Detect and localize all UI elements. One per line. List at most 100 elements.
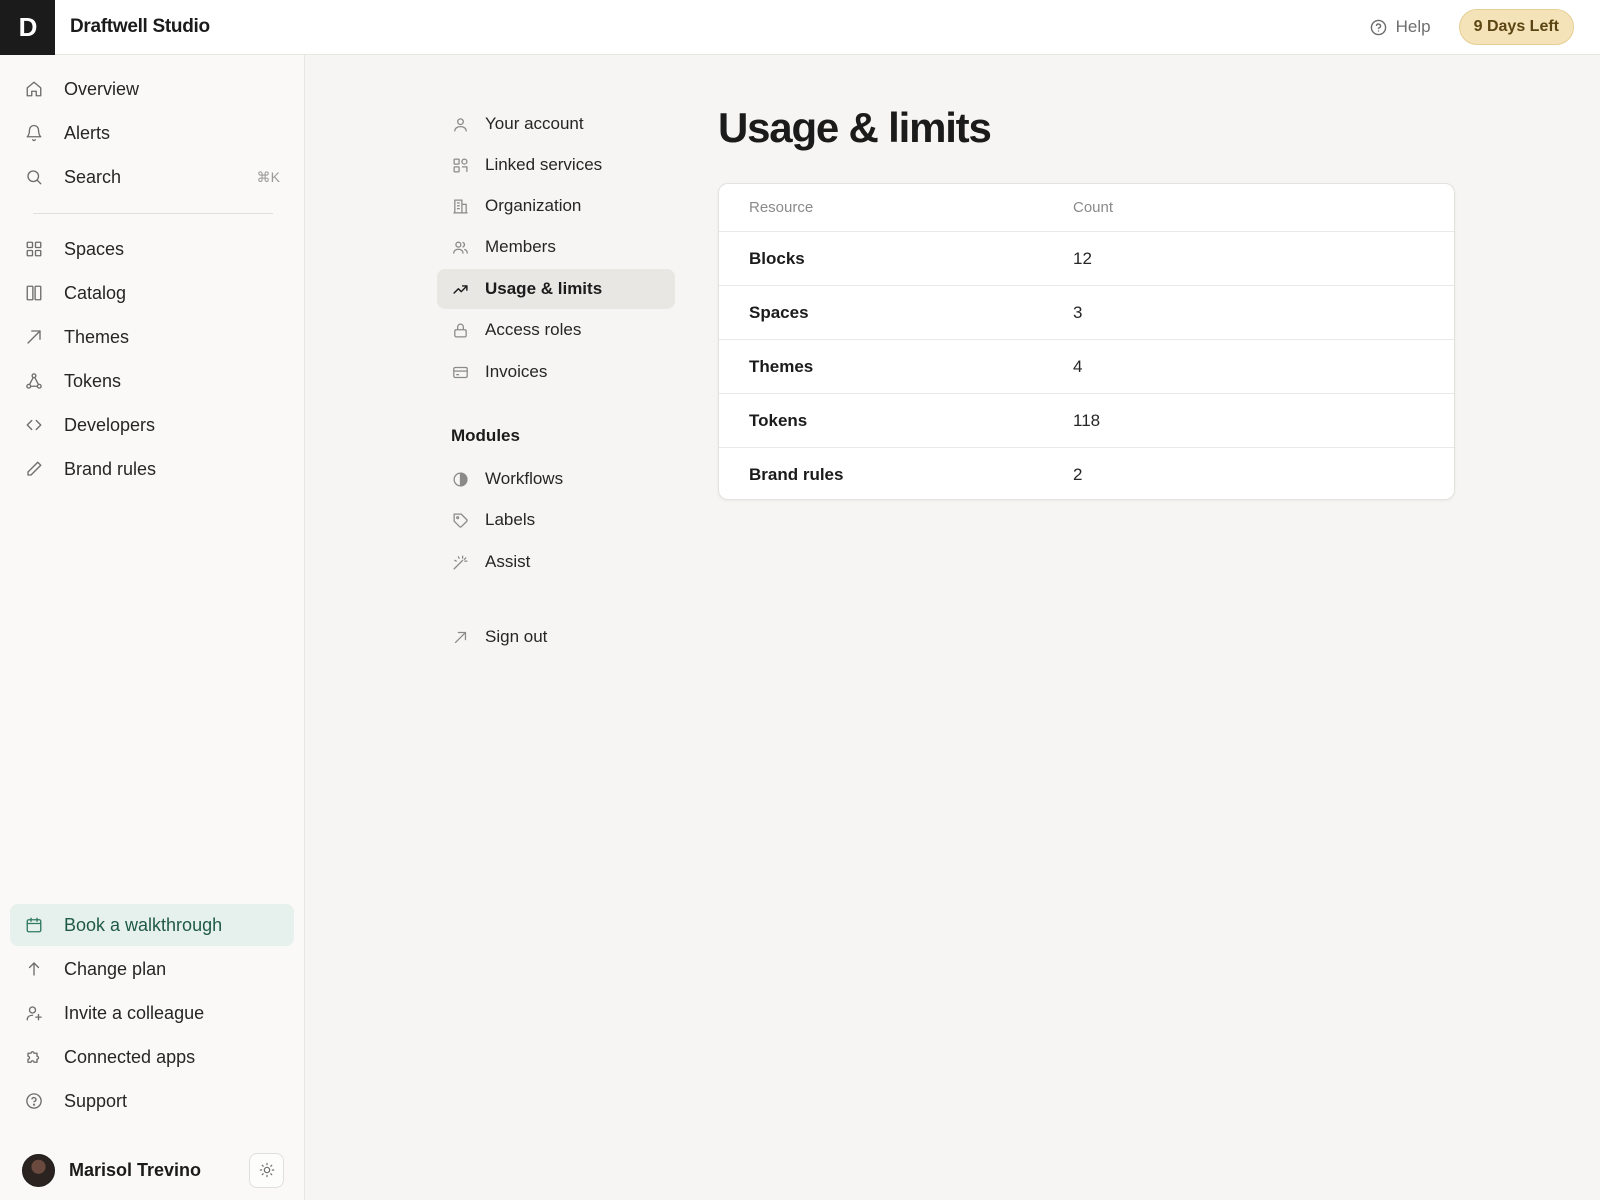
settings-nav: Your account Linked services Organizatio… (437, 0, 677, 700)
magic-wand-icon (451, 553, 469, 571)
top-bar: D Draftwell Studio Help 9 Days Left (0, 0, 1600, 55)
sidebar-item-catalog[interactable]: Catalog (10, 272, 294, 314)
sidebar-item-overview[interactable]: Overview (10, 68, 294, 110)
settings-item-usage-limits[interactable]: Usage & limits (437, 269, 675, 309)
settings-item-label: Members (485, 237, 556, 256)
sidebar-divider (33, 213, 273, 214)
settings-item-label: Assist (485, 552, 531, 571)
resource-name: Blocks (749, 248, 805, 268)
sidebar-item-book-walkthrough[interactable]: Book a walkthrough (10, 904, 294, 946)
sidebar-item-tokens[interactable]: Tokens (10, 360, 294, 402)
calendar-icon (24, 915, 44, 935)
settings-item-labels[interactable]: Labels (437, 500, 675, 540)
settings-item-label: Invoices (485, 362, 548, 381)
puzzle-icon (24, 1047, 44, 1067)
sidebar-item-search[interactable]: Search ⌘K (10, 156, 294, 198)
arrow-up-right-icon (451, 628, 469, 646)
sidebar-item-label: Book a walkthrough (64, 914, 223, 935)
theme-toggle-button[interactable] (249, 1152, 284, 1188)
grid-icon (24, 239, 44, 259)
resource-count: 3 (1073, 302, 1083, 322)
settings-item-invoices[interactable]: Invoices (437, 352, 675, 392)
sidebar-item-themes[interactable]: Themes (10, 316, 294, 358)
settings-item-label: Linked services (485, 155, 603, 174)
building-icon (451, 197, 469, 215)
code-icon (24, 415, 44, 435)
columns-icon (24, 283, 44, 303)
help-circle-icon (24, 1091, 44, 1111)
bell-icon (24, 123, 44, 143)
settings-item-workflows[interactable]: Workflows (437, 459, 675, 499)
sidebar-item-label: Alerts (64, 122, 111, 143)
settings-item-access-roles[interactable]: Access roles (437, 310, 675, 350)
resource-count: 4 (1073, 356, 1083, 376)
settings-item-label: Access roles (485, 320, 582, 339)
credit-card-icon (451, 363, 469, 381)
sidebar-item-label: Spaces (64, 238, 125, 259)
search-shortcut-hint: ⌘K (256, 168, 280, 185)
sidebar-item-spaces[interactable]: Spaces (10, 228, 294, 270)
settings-item-organization[interactable]: Organization (437, 186, 675, 226)
sidebar-item-connected-apps[interactable]: Connected apps (10, 1036, 294, 1078)
resource-count: 2 (1073, 465, 1083, 484)
sidebar: Overview Alerts Search ⌘K Spaces Catalog… (0, 55, 305, 1200)
user-icon (451, 115, 469, 133)
sidebar-item-label: Connected apps (64, 1046, 196, 1067)
table-row: Blocks 12 (719, 232, 1454, 286)
sidebar-item-alerts[interactable]: Alerts (10, 112, 294, 154)
lock-icon (451, 321, 469, 339)
sidebar-item-label: Catalog (64, 282, 127, 303)
settings-item-label: Labels (485, 510, 536, 529)
brand-logo[interactable]: D (0, 0, 55, 55)
settings-item-your-account[interactable]: Your account (437, 104, 675, 144)
table-row: Tokens 118 (719, 394, 1454, 448)
user-profile-row: Marisol Trevino (22, 1152, 284, 1188)
sidebar-item-label: Invite a colleague (64, 1002, 205, 1023)
sidebar-item-label: Support (64, 1090, 128, 1111)
sidebar-item-label: Overview (64, 78, 140, 99)
search-icon (24, 167, 44, 187)
resource-name: Brand rules (749, 465, 844, 484)
sidebar-item-invite-colleague[interactable]: Invite a colleague (10, 992, 294, 1034)
column-header-resource: Resource (749, 199, 814, 216)
modules-heading: Modules (451, 426, 520, 445)
resource-name: Themes (749, 356, 814, 376)
sidebar-item-label: Brand rules (64, 458, 157, 479)
avatar[interactable] (22, 1153, 55, 1187)
sidebar-item-label: Themes (64, 326, 130, 347)
resource-name: Tokens (749, 410, 808, 430)
settings-item-members[interactable]: Members (437, 227, 675, 267)
usage-table: Resource Count Blocks 12 Spaces 3 Themes… (718, 183, 1455, 500)
sidebar-item-label: Change plan (64, 958, 167, 979)
settings-item-assist[interactable]: Assist (437, 542, 675, 582)
sign-out-label: Sign out (485, 627, 548, 646)
settings-item-linked-services[interactable]: Linked services (437, 145, 675, 185)
sign-out-button[interactable]: Sign out (437, 617, 675, 657)
settings-item-label: Organization (485, 196, 582, 215)
resource-count: 118 (1073, 410, 1101, 430)
workspace-name[interactable]: Draftwell Studio (70, 16, 210, 38)
tag-icon (451, 511, 469, 529)
pencil-icon (24, 459, 44, 479)
top-bar-actions: Help 9 Days Left (1370, 9, 1574, 45)
sidebar-item-label: Tokens (64, 370, 122, 391)
home-icon (24, 79, 44, 99)
settings-item-label: Your account (485, 114, 584, 133)
user-plus-icon (24, 1003, 44, 1023)
table-row: Spaces 3 (719, 286, 1454, 340)
arrow-up-icon (24, 959, 44, 979)
nodes-icon (24, 371, 44, 391)
sidebar-item-support[interactable]: Support (10, 1080, 294, 1122)
trending-up-icon (451, 280, 469, 298)
apps-icon (451, 156, 469, 174)
trial-days-badge[interactable]: 9 Days Left (1458, 9, 1574, 45)
user-name[interactable]: Marisol Trevino (69, 1160, 201, 1181)
sidebar-item-change-plan[interactable]: Change plan (10, 948, 294, 990)
page-title: Usage & limits (718, 104, 992, 151)
table-row: Brand rules 2 (719, 448, 1454, 499)
half-circle-icon (451, 470, 469, 488)
sidebar-item-developers[interactable]: Developers (10, 404, 294, 446)
help-circle-icon (1370, 19, 1386, 35)
help-button[interactable]: Help (1370, 17, 1431, 37)
sidebar-item-brand-rules[interactable]: Brand rules (10, 448, 294, 490)
